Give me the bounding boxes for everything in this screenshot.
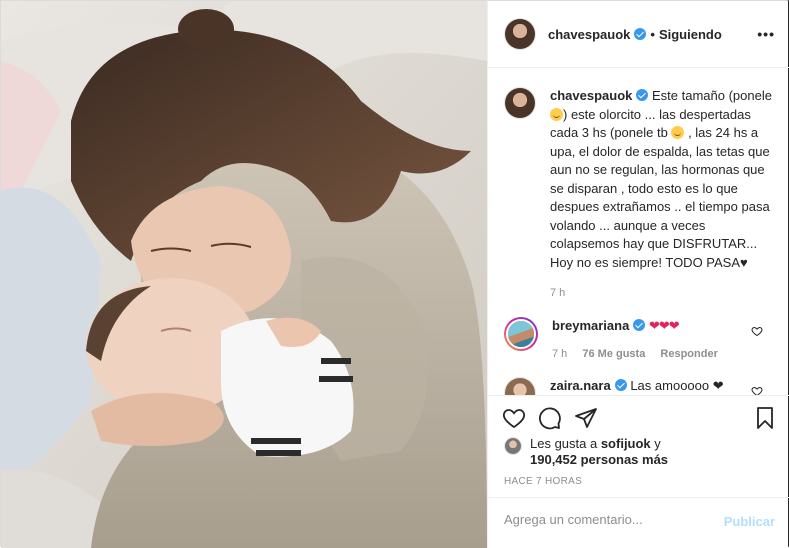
- comment-item: breymariana ❤❤❤ 7 h 76 Me gusta Responde…: [504, 316, 773, 363]
- post-sidebar: chavespauok • Siguiendo ••• chavespauok …: [487, 1, 789, 548]
- like-comment-heart-icon[interactable]: [751, 385, 763, 396]
- comment-meta: 7 h 76 Me gusta Responder: [552, 345, 752, 363]
- commenter-avatar-ring[interactable]: [504, 316, 538, 351]
- likes-prefix: Les gusta a: [530, 436, 601, 451]
- liker-username[interactable]: sofijuok: [601, 436, 651, 451]
- action-icons: [502, 406, 777, 432]
- reply-button[interactable]: Responder: [660, 348, 717, 360]
- comment-icon[interactable]: [538, 406, 562, 430]
- likes-count[interactable]: 190,452 personas más: [530, 452, 668, 467]
- heart-icon[interactable]: [502, 406, 526, 430]
- caption-text-1: Este tamaño (ponele: [652, 88, 772, 103]
- comment-text: Las amooooo ❤: [630, 377, 724, 393]
- caption-username[interactable]: chavespauok: [550, 88, 632, 103]
- commenter-avatar: [506, 318, 536, 349]
- caption-text-3: , las 24 hs a upa, el dolor de espalda, …: [550, 125, 770, 270]
- caption-avatar[interactable]: [504, 87, 536, 119]
- publish-button[interactable]: Publicar: [724, 514, 775, 529]
- like-comment-heart-icon[interactable]: [751, 325, 763, 337]
- comment-body: zaira.nara Las amooooo ❤: [550, 377, 750, 396]
- caption-body: chavespauok Este tamaño (ponele) este ol…: [550, 87, 772, 303]
- post-modal: chavespauok • Siguiendo ••• chavespauok …: [0, 0, 789, 548]
- comment-input[interactable]: [504, 512, 714, 527]
- comment-time[interactable]: 7 h: [552, 348, 567, 360]
- author-username[interactable]: chavespauok: [548, 27, 630, 42]
- author-avatar[interactable]: [504, 18, 536, 50]
- bookmark-icon[interactable]: [753, 406, 777, 430]
- likes-text: Les gusta a sofijuok y 190,452 personas …: [530, 436, 668, 468]
- likes-summary: Les gusta a sofijuok y 190,452 personas …: [504, 436, 668, 468]
- share-icon[interactable]: [574, 406, 598, 430]
- post-photo[interactable]: [1, 1, 487, 548]
- post-caption: chavespauok Este tamaño (ponele) este ol…: [504, 87, 773, 303]
- mother-and-baby-photo: [1, 1, 487, 548]
- comment-username[interactable]: breymariana: [552, 318, 629, 333]
- comment-likes[interactable]: 76 Me gusta: [582, 348, 645, 360]
- comments-list[interactable]: chavespauok Este tamaño (ponele) este ol…: [488, 69, 789, 395]
- grin-emoji-icon: [550, 107, 563, 121]
- post-actions: Les gusta a sofijuok y 190,452 personas …: [488, 395, 789, 545]
- verified-badge-icon: [634, 28, 647, 40]
- verified-badge-icon: [633, 318, 646, 331]
- separator-dot: •: [650, 26, 655, 42]
- add-comment-bar: Publicar: [488, 497, 789, 544]
- verified-badge-icon: [636, 89, 649, 101]
- liker-avatar[interactable]: [504, 437, 522, 455]
- comment-body: breymariana ❤❤❤ 7 h 76 Me gusta Responde…: [552, 317, 752, 363]
- caption-time[interactable]: 7 h: [550, 284, 772, 303]
- verified-badge-icon: [614, 378, 627, 391]
- comment-text: ❤❤❤: [648, 317, 680, 333]
- post-header: chavespauok • Siguiendo •••: [488, 1, 789, 68]
- commenter-avatar[interactable]: [504, 376, 536, 395]
- comment-username[interactable]: zaira.nara: [550, 378, 611, 393]
- grin-emoji-icon: [671, 126, 685, 139]
- likes-connector: y: [650, 436, 661, 451]
- following-button[interactable]: Siguiendo: [659, 27, 722, 42]
- more-options-icon[interactable]: •••: [757, 27, 775, 41]
- post-timestamp[interactable]: HACE 7 HORAS: [504, 476, 582, 487]
- comment-item: zaira.nara Las amooooo ❤: [504, 376, 773, 396]
